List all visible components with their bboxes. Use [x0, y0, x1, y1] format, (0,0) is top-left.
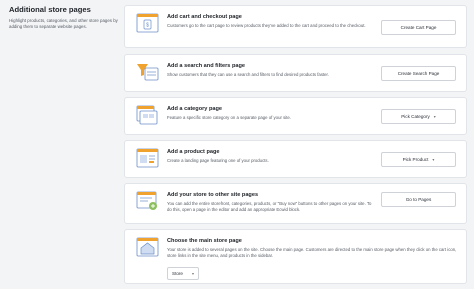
card-title: Add a category page: [167, 106, 223, 112]
card-title: Choose the main store page: [167, 238, 242, 244]
product-page-icon: [136, 148, 159, 168]
main-page-icon: [136, 237, 159, 257]
card-description: Feature a specific store category on a s…: [167, 115, 291, 120]
go-to-pages-button[interactable]: Go to Pages: [381, 192, 456, 207]
section-title: Additional store pages: [9, 5, 91, 14]
button-label: Pick Product: [402, 157, 429, 162]
card-description: Customers go to the cart page to review …: [167, 23, 366, 28]
search-filters-card: Add a search and filters page Show custo…: [124, 54, 467, 92]
create-cart-page-button[interactable]: Create Cart Page: [381, 20, 456, 35]
main-page-select[interactable]: Store ▾: [167, 267, 199, 280]
card-title: Add your store to other site pages: [167, 192, 259, 198]
card-description: Show customers that they can use a searc…: [167, 72, 329, 77]
intro-section: Additional store pages Highlight product…: [9, 5, 119, 30]
button-label: Pick Category: [401, 114, 430, 119]
card-description: Your store is added to several pages on …: [167, 247, 457, 258]
main-store-page-card: Choose the main store page Your store is…: [124, 229, 467, 284]
product-page-card: Add a product page Create a landing page…: [124, 140, 467, 178]
section-description: Highlight products, categories, and othe…: [9, 18, 118, 29]
chevron-down-icon: ▾: [191, 271, 194, 276]
create-search-page-button[interactable]: Create Search Page: [381, 66, 456, 81]
card-description: Create a landing page featuring one of y…: [167, 158, 269, 163]
pick-category-button[interactable]: Pick Category ▾: [381, 109, 456, 124]
chevron-down-icon: ▾: [432, 157, 435, 162]
cart-checkout-card: $ Add cart and checkout page Customers g…: [124, 5, 467, 48]
other-site-pages-card: Add your store to other site pages You c…: [124, 183, 467, 224]
select-value: Store: [172, 271, 183, 276]
card-title: Add a product page: [167, 149, 220, 155]
chevron-down-icon: ▾: [433, 114, 436, 119]
card-title: Add a search and filters page: [167, 63, 246, 69]
search-filter-icon: [136, 62, 159, 82]
card-title: Add cart and checkout page: [167, 14, 242, 20]
card-description: You can add the entire storefront, categ…: [167, 201, 372, 212]
svg-text:$: $: [146, 23, 149, 29]
category-page-card: Add a category page Feature a specific s…: [124, 97, 467, 135]
pick-product-button[interactable]: Pick Product ▾: [381, 152, 456, 167]
add-store-icon: [136, 191, 159, 211]
store-pages-settings: Additional store pages Highlight product…: [0, 0, 474, 289]
category-page-icon: [136, 105, 159, 125]
cart-page-icon: $: [136, 13, 159, 33]
